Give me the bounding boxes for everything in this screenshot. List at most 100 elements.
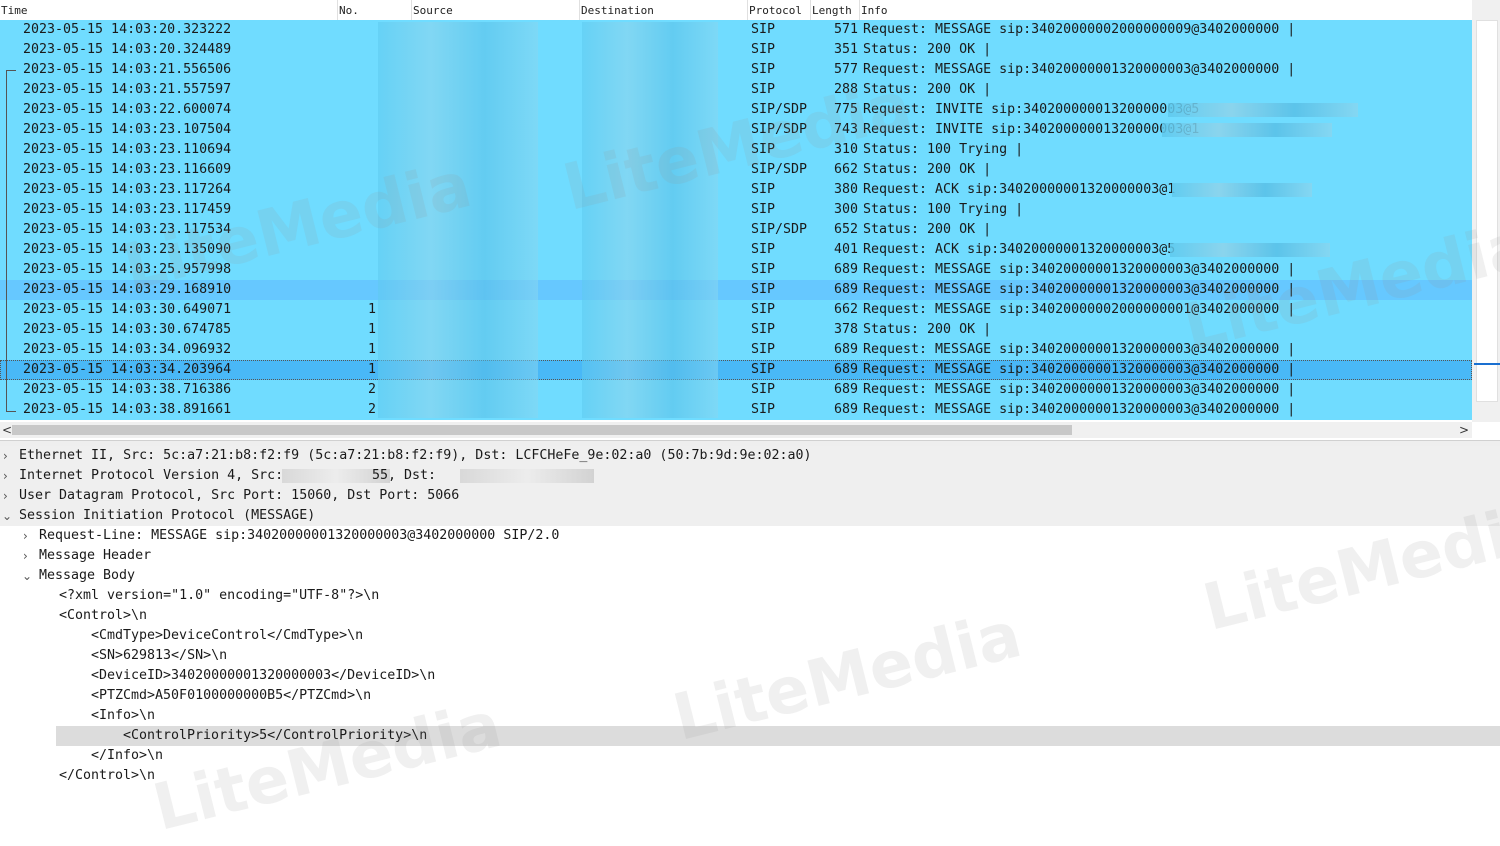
table-row[interactable]: 2023-05-15 14:03:21.557597 SIP 288 Status: … — [0, 80, 1472, 100]
table-row[interactable]: 2023-05-15 14:03:23.116609 SIP/SDP 662 Stat… — [0, 160, 1472, 180]
xml-line[interactable]: <Info>\n — [0, 706, 1500, 726]
table-row[interactable]: 2023-05-15 14:03:34.096932 1 SIP 689 Request… — [0, 340, 1472, 360]
cell-info: Request: MESSAGE sip:3402000000132000000… — [863, 282, 1296, 297]
cell-length: 380 — [833, 182, 858, 197]
detail-ip[interactable]: › Internet Protocol Version 4, Src: 55, … — [0, 466, 1500, 486]
chevron-down-icon[interactable]: ⌄ — [22, 566, 32, 586]
cell-time: 2023-05-15 14:03:23.117534 — [23, 222, 232, 237]
cell-length: 689 — [833, 342, 858, 357]
xml-line[interactable]: <Control>\n — [0, 606, 1500, 626]
xml-line-text: <SN>629813</SN>\n — [91, 648, 228, 663]
cell-time: 2023-05-15 14:03:20.324489 — [23, 42, 232, 57]
xml-line[interactable]: <PTZCmd>A50F0100000000B5</PTZCmd>\n — [0, 686, 1500, 706]
cell-info: Request: MESSAGE sip:3402000000132000000… — [863, 382, 1296, 397]
table-row[interactable]: 2023-05-15 14:03:23.110694 SIP 310 Status: … — [0, 140, 1472, 160]
conversation-bracket — [6, 70, 16, 412]
cell-info: Request: MESSAGE sip:3402000000132000000… — [863, 362, 1296, 377]
detail-ethernet[interactable]: › Ethernet II, Src: 5c:a7:21:b8:f2:f9 (5… — [0, 446, 1500, 466]
cell-protocol: SIP/SDP — [751, 102, 808, 117]
cell-info: Status: 100 Trying | — [863, 202, 1024, 217]
chevron-right-icon[interactable]: › — [3, 486, 8, 506]
cell-no: 1 — [367, 322, 376, 337]
column-header-protocol[interactable]: Protocol — [748, 0, 811, 20]
arrow-right-icon[interactable]: > — [1459, 423, 1469, 437]
table-row[interactable]: 2023-05-15 14:03:20.323222 SIP 571 Request:… — [0, 20, 1472, 40]
detail-message-body-text: Message Body — [39, 568, 136, 583]
arrow-left-icon[interactable]: < — [2, 423, 12, 437]
table-row[interactable]: 2023-05-15 14:03:34.203964 1 SIP 689 Request… — [0, 360, 1472, 380]
cell-protocol: SIP — [751, 202, 776, 217]
horizontal-scrollbar-thumb[interactable] — [12, 425, 1072, 435]
table-row[interactable]: 2023-05-15 14:03:38.891661 2 SIP 689 Request… — [0, 400, 1472, 420]
xml-line[interactable]: <CmdType>DeviceControl</CmdType>\n — [0, 626, 1500, 646]
xml-line[interactable]: <?xml version="1.0" encoding="UTF-8"?>\n — [0, 586, 1500, 606]
xml-line[interactable]: <ControlPriority>5</ControlPriority>\n — [56, 726, 1500, 746]
xml-line[interactable]: </Control>\n — [0, 766, 1500, 786]
detail-message-header[interactable]: › Message Header — [0, 546, 1500, 566]
column-header-destination[interactable]: Destination — [580, 0, 748, 20]
table-row[interactable]: 2023-05-15 14:03:20.324489 SIP 351 Status: … — [0, 40, 1472, 60]
cell-length: 662 — [833, 162, 858, 177]
column-header-info[interactable]: Info — [860, 0, 1472, 20]
detail-udp[interactable]: › User Datagram Protocol, Src Port: 1506… — [0, 486, 1500, 506]
table-row[interactable]: 2023-05-15 14:03:29.168910 SIP 689 Request:… — [0, 280, 1472, 300]
cell-info: Request: MESSAGE sip:3402000000200000000… — [863, 302, 1296, 317]
column-header-time[interactable]: Time — [0, 0, 338, 20]
chevron-right-icon[interactable]: › — [3, 466, 8, 486]
column-header-length[interactable]: Length — [811, 0, 860, 20]
cell-time: 2023-05-15 14:03:23.116609 — [23, 162, 232, 177]
column-header-source[interactable]: Source — [412, 0, 580, 20]
cell-time: 2023-05-15 14:03:25.957998 — [23, 262, 232, 277]
detail-sip[interactable]: ⌄ Session Initiation Protocol (MESSAGE) — [0, 506, 1500, 526]
cell-info: Request: MESSAGE sip:3402000000200000000… — [863, 22, 1296, 37]
xml-line-text: <CmdType>DeviceControl</CmdType>\n — [91, 628, 364, 643]
cell-info: Request: ACK sip:34020000001320000003@5 — [863, 242, 1176, 257]
column-header-no[interactable]: No. — [338, 0, 412, 20]
cell-length: 743 — [833, 122, 858, 137]
cell-time: 2023-05-15 14:03:30.674785 — [23, 322, 232, 337]
detail-message-body[interactable]: ⌄ Message Body — [0, 566, 1500, 586]
selected-packet-marker — [1474, 363, 1500, 365]
cell-protocol: SIP — [751, 62, 776, 77]
cell-length: 652 — [833, 222, 858, 237]
cell-length: 662 — [833, 302, 858, 317]
xml-line[interactable]: </Info>\n — [0, 746, 1500, 766]
cell-no — [338, 180, 376, 200]
cell-info: Request: MESSAGE sip:3402000000132000000… — [863, 62, 1296, 77]
cell-length: 351 — [833, 42, 858, 57]
table-row[interactable]: 2023-05-15 14:03:21.556506 SIP 577 Request:… — [0, 60, 1472, 80]
chevron-right-icon[interactable]: › — [23, 526, 28, 546]
redacted-source-column — [378, 22, 538, 418]
packet-list[interactable]: Time No. Source Destination Protocol Len… — [0, 0, 1500, 440]
table-row[interactable]: 2023-05-15 14:03:23.117459 SIP 300 Status: … — [0, 200, 1472, 220]
table-row[interactable]: 2023-05-15 14:03:38.716386 2 SIP 689 Request… — [0, 380, 1472, 400]
xml-line-text: <Info>\n — [91, 708, 156, 723]
cell-info: Request: INVITE sip:34020000001320000003… — [863, 102, 1200, 117]
table-row[interactable]: 2023-05-15 14:03:25.957998 SIP 689 Request:… — [0, 260, 1472, 280]
vertical-scrollbar-thumb[interactable] — [1476, 20, 1498, 402]
cell-length: 571 — [833, 22, 858, 37]
xml-line[interactable]: <DeviceID>34020000001320000003</DeviceID… — [0, 666, 1500, 686]
table-row[interactable]: 2023-05-15 14:03:30.674785 1 SIP 378 Status:… — [0, 320, 1472, 340]
cell-length: 288 — [833, 82, 858, 97]
chevron-down-icon[interactable]: ⌄ — [2, 506, 12, 526]
chevron-right-icon[interactable]: › — [23, 546, 28, 566]
cell-time: 2023-05-15 14:03:22.600074 — [23, 102, 232, 117]
detail-request-line[interactable]: › Request-Line: MESSAGE sip:340200000013… — [0, 526, 1500, 546]
cell-protocol: SIP — [751, 22, 776, 37]
cell-length: 401 — [833, 242, 858, 257]
cell-protocol: SIP — [751, 142, 776, 157]
cell-protocol: SIP/SDP — [751, 122, 808, 137]
packet-list-header: Time No. Source Destination Protocol Len… — [0, 0, 1472, 21]
cell-no: 1 — [367, 302, 376, 317]
cell-info: Request: ACK sip:34020000001320000003@1 — [863, 182, 1176, 197]
table-row[interactable]: 2023-05-15 14:03:30.649071 1 SIP 662 Request… — [0, 300, 1472, 320]
xml-line[interactable]: <SN>629813</SN>\n — [0, 646, 1500, 666]
cell-time: 2023-05-15 14:03:20.323222 — [23, 22, 232, 37]
chevron-right-icon[interactable]: › — [3, 446, 8, 466]
cell-no — [338, 100, 376, 120]
packet-details[interactable]: › Ethernet II, Src: 5c:a7:21:b8:f2:f9 (5… — [0, 446, 1500, 797]
cell-protocol: SIP/SDP — [751, 222, 808, 237]
redacted-info — [1168, 103, 1358, 117]
table-row[interactable]: 2023-05-15 14:03:23.117534 SIP/SDP 652 Stat… — [0, 220, 1472, 240]
